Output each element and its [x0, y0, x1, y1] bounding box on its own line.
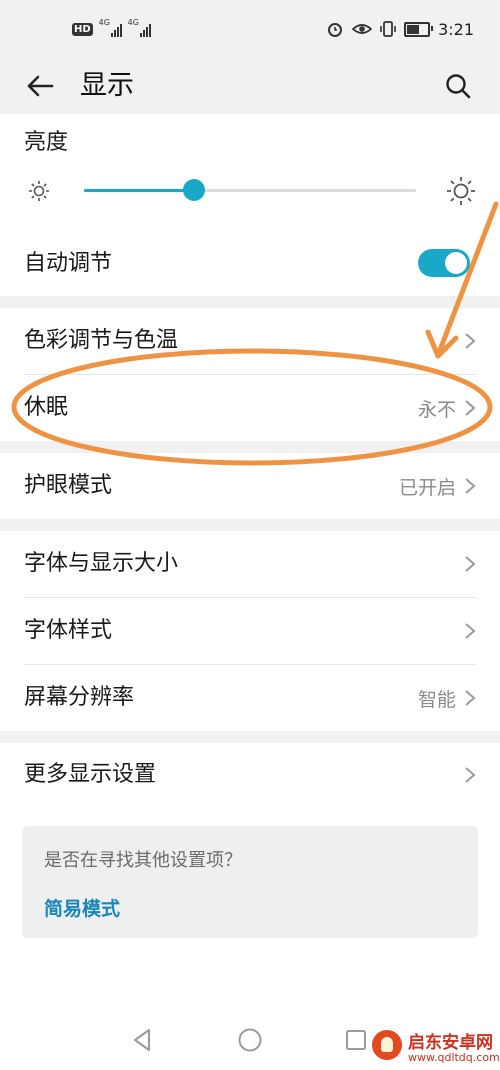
chevron-right-icon: [465, 690, 476, 706]
color-temp-label: 色彩调节与色温: [24, 328, 179, 353]
circle-home-icon: [238, 1028, 262, 1052]
sun-small-icon: [29, 181, 49, 201]
font-size-row[interactable]: 字体与显示大小: [0, 531, 500, 597]
status-bar: HD 4G 4G 3:21: [0, 0, 500, 58]
brightness-label: 亮度: [24, 130, 69, 155]
brightness-slider-thumb[interactable]: [182, 179, 205, 201]
eye-comfort-value: 已开启: [398, 477, 456, 499]
chevron-right-icon: [465, 478, 476, 494]
nav-back-button[interactable]: [126, 1024, 158, 1056]
app-bar: 显示: [0, 58, 500, 114]
section-gap: [0, 731, 500, 743]
sleep-row[interactable]: 休眠 永不: [0, 375, 500, 441]
sleep-value: 永不: [417, 399, 456, 421]
clock-time: 3:21: [438, 19, 474, 39]
hd-badge: HD: [72, 22, 93, 36]
watermark-logo-icon: [372, 1030, 402, 1060]
help-question: 是否在寻找其他设置项？: [44, 850, 242, 871]
page-title: 显示: [80, 70, 134, 101]
search-button[interactable]: [438, 66, 478, 106]
back-button[interactable]: [20, 66, 60, 106]
section-gap: [0, 519, 500, 531]
help-card: 是否在寻找其他设置项？ 简易模式: [22, 826, 478, 938]
chevron-right-icon: [465, 767, 476, 783]
status-left: HD 4G 4G: [72, 18, 151, 40]
vibrate-icon: [380, 21, 396, 37]
chevron-right-icon: [465, 623, 476, 639]
network-type-label: 4G: [127, 18, 139, 27]
square-recents-icon: [346, 1030, 366, 1050]
more-display-row[interactable]: 更多显示设置: [0, 743, 500, 807]
watermark-name: 启东安卓网: [408, 1033, 493, 1053]
toggle-knob: [445, 252, 467, 274]
more-display-label: 更多显示设置: [24, 762, 157, 787]
font-size-label: 字体与显示大小: [24, 551, 179, 576]
auto-adjust-label: 自动调节: [24, 251, 113, 276]
eye-comfort-label: 护眼模式: [24, 473, 113, 498]
chevron-right-icon: [465, 400, 476, 416]
sun-large-icon: [447, 177, 475, 205]
font-style-row[interactable]: 字体样式: [0, 598, 500, 664]
simple-mode-link[interactable]: 简易模式: [44, 894, 120, 921]
section-gap: [0, 441, 500, 453]
brightness-slider[interactable]: [84, 179, 416, 201]
auto-adjust-toggle[interactable]: [418, 249, 470, 277]
triangle-back-icon: [134, 1029, 150, 1051]
resolution-row[interactable]: 屏幕分辨率 智能: [0, 665, 500, 731]
search-icon: [446, 74, 471, 99]
font-style-label: 字体样式: [24, 618, 113, 643]
brightness-slider-fill: [84, 189, 194, 192]
network-type-label: 4G: [98, 18, 110, 27]
site-watermark: 启东安卓网 www.qdltdq.com: [370, 1026, 500, 1068]
resolution-label: 屏幕分辨率: [24, 685, 135, 710]
chevron-right-icon: [465, 333, 476, 349]
arrow-left-icon: [27, 75, 54, 97]
color-temp-row[interactable]: 色彩调节与色温: [0, 308, 500, 374]
sleep-label: 休眠: [24, 395, 69, 420]
status-right: 3:21: [326, 16, 474, 42]
chevron-right-icon: [465, 556, 476, 572]
eye-icon: [352, 24, 373, 34]
alarm-clock-icon: [328, 23, 343, 37]
signal-icon: 4G: [98, 18, 122, 37]
watermark-url: www.qdltdq.com: [408, 1051, 500, 1064]
nav-home-button[interactable]: [234, 1024, 266, 1056]
battery-icon: [404, 21, 434, 37]
resolution-value: 智能: [417, 689, 456, 711]
eye-comfort-row[interactable]: 护眼模式 已开启: [0, 453, 500, 519]
section-gap: [0, 296, 500, 308]
nav-recents-button[interactable]: [340, 1024, 372, 1056]
signal-icon: 4G: [127, 18, 151, 37]
